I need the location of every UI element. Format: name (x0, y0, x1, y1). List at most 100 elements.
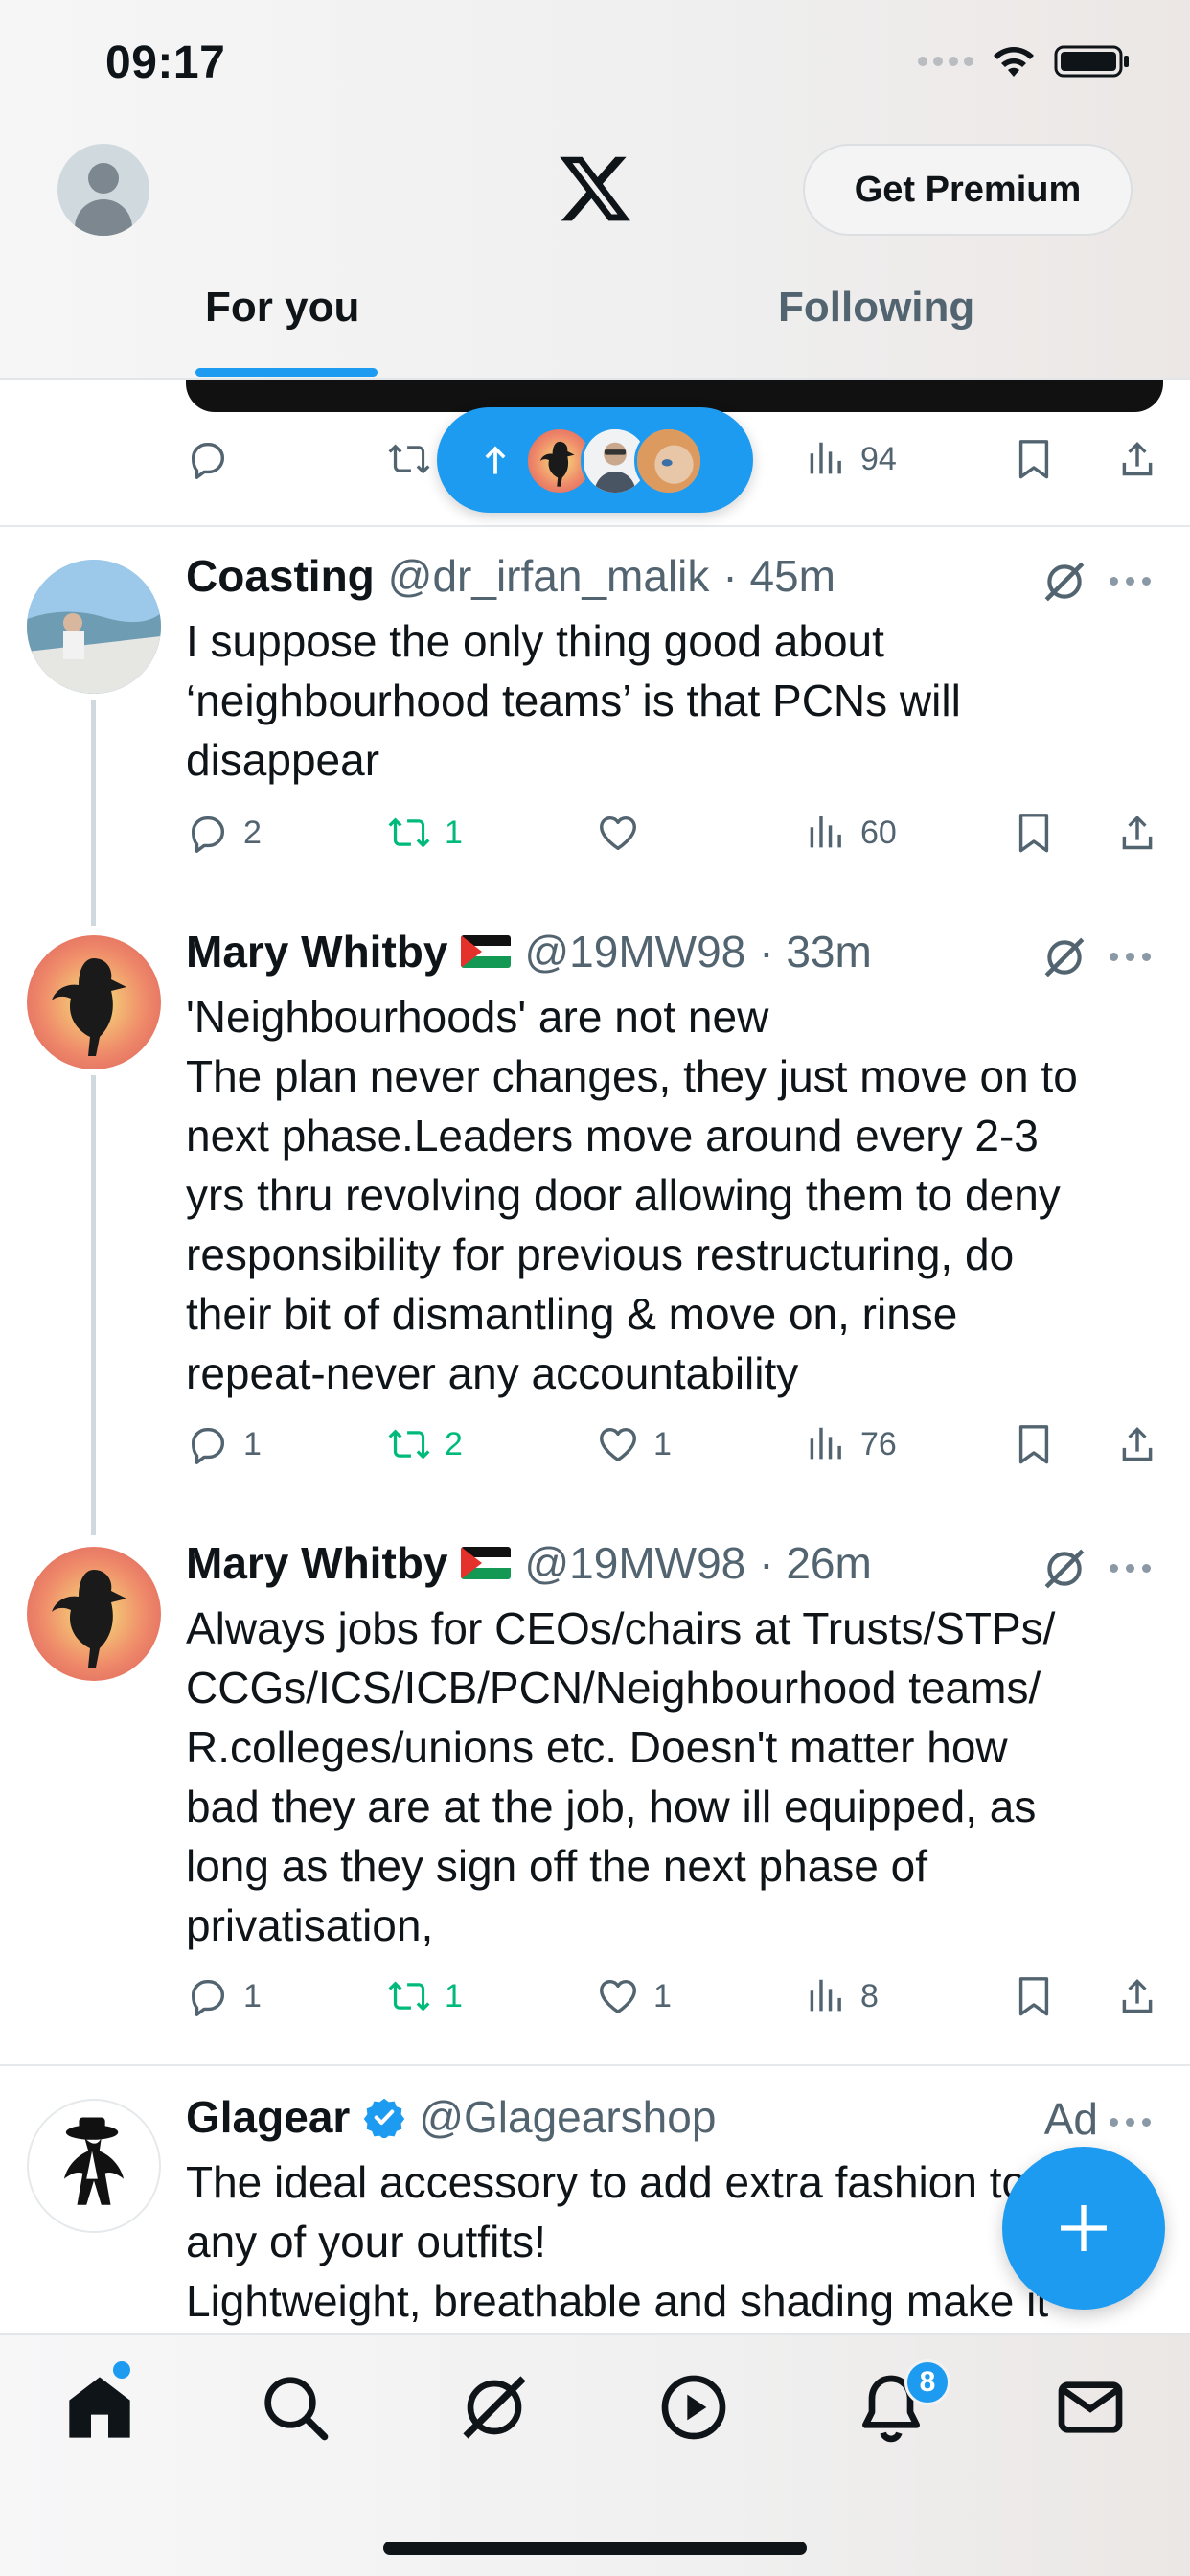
bookmark-icon (1018, 1977, 1049, 2016)
heart-icon (600, 1979, 636, 2014)
like-button[interactable] (596, 811, 653, 855)
more-options-icon[interactable] (1110, 1558, 1157, 1577)
avatar-head (88, 163, 119, 194)
reply-count: 1 (243, 1977, 262, 2014)
views-button[interactable]: 60 (803, 811, 897, 855)
bookmark-button[interactable] (1012, 1974, 1056, 2018)
search-icon (264, 2377, 329, 2441)
share-icon (1122, 1426, 1153, 1461)
more-options-icon[interactable] (1110, 2112, 1157, 2131)
author-handle[interactable]: @dr_irfan_malik (388, 550, 710, 602)
bookmark-icon (1018, 814, 1049, 853)
advertiser-avatar[interactable] (27, 2099, 161, 2233)
like-button[interactable]: 1 (596, 1974, 672, 2018)
nav-video[interactable] (655, 2369, 732, 2446)
author-name[interactable]: Coasting (186, 550, 375, 602)
author-name[interactable]: Mary Whitby (186, 926, 447, 978)
more-options-icon[interactable] (1110, 571, 1157, 590)
author-handle[interactable]: @19MW98 (524, 926, 745, 978)
repost-button[interactable] (387, 437, 431, 481)
views-count: 60 (860, 814, 897, 851)
tweet-header: Glagear @Glagearshop (186, 2091, 716, 2143)
get-premium-button[interactable]: Get Premium (803, 144, 1133, 236)
cellular-signal-icon (918, 57, 973, 66)
repost-icon (388, 1981, 430, 2012)
compose-post-button[interactable] (1002, 2147, 1165, 2310)
repost-button[interactable]: 2 (387, 1422, 463, 1466)
nav-home[interactable] (61, 2369, 138, 2446)
home-unread-dot (113, 2361, 130, 2379)
tweet-avatar[interactable] (27, 935, 161, 1070)
repost-icon (388, 817, 430, 848)
bookmark-button[interactable] (1012, 1422, 1056, 1466)
repost-icon (388, 1429, 430, 1460)
tab-following[interactable]: Following (778, 284, 974, 332)
nav-grok[interactable] (456, 2369, 533, 2446)
author-handle[interactable]: @19MW98 (524, 1537, 745, 1589)
share-icon (1122, 441, 1153, 476)
reply-button[interactable]: 1 (186, 1974, 262, 2018)
status-icons (918, 44, 1131, 79)
views-count: 8 (860, 1977, 879, 2014)
like-count: 1 (653, 1425, 672, 1462)
reply-icon (191, 816, 225, 853)
more-options-icon[interactable] (1110, 947, 1157, 966)
repost-button[interactable]: 1 (387, 1974, 463, 2018)
tab-for-you[interactable]: For you (205, 284, 359, 332)
verified-badge-icon (364, 2098, 405, 2138)
bookmark-button[interactable] (1012, 811, 1056, 855)
profile-avatar-button[interactable] (57, 144, 149, 236)
repost-count: 1 (445, 1977, 463, 2014)
author-handle[interactable]: @Glagearshop (419, 2091, 716, 2143)
like-count: 1 (653, 1977, 672, 2014)
messages-icon (1058, 2381, 1123, 2433)
share-icon (1122, 815, 1153, 850)
tweet-time: · 26m (759, 1538, 872, 1588)
views-icon (810, 442, 841, 474)
notifications-badge: 8 (904, 2359, 950, 2405)
tweet-text: 'Neighbourhoods' are not new The plan ne… (186, 992, 1078, 1398)
new-posts-button[interactable] (437, 407, 753, 513)
status-bar: 09:17 (0, 0, 1190, 134)
grok-icon[interactable] (1041, 933, 1088, 981)
video-icon (661, 2375, 726, 2440)
palestine-flag-icon (461, 1547, 512, 1579)
tweet-avatar[interactable] (27, 560, 161, 694)
share-button[interactable] (1115, 811, 1159, 855)
reply-icon (191, 1979, 225, 2016)
share-icon (1122, 1978, 1153, 2013)
home-icon (69, 2377, 130, 2438)
bottom-navigation: 8 (0, 2333, 1190, 2576)
share-button[interactable] (1115, 1974, 1159, 2018)
divider (0, 525, 1190, 527)
nav-search[interactable] (257, 2369, 333, 2446)
repost-count: 2 (445, 1425, 463, 1462)
reply-button[interactable]: 2 (186, 811, 262, 855)
reply-button[interactable] (186, 437, 230, 481)
views-button[interactable]: 8 (803, 1974, 879, 2018)
views-button[interactable]: 76 (803, 1422, 897, 1466)
author-name[interactable]: Glagear (186, 2091, 350, 2143)
views-icon (810, 1979, 841, 2012)
tweet-avatar[interactable] (27, 1547, 161, 1681)
palestine-flag-icon (461, 935, 512, 968)
tweet-time: · 45m (722, 551, 835, 601)
heart-icon (600, 816, 636, 851)
views-button[interactable]: 94 (803, 437, 897, 481)
share-button[interactable] (1115, 437, 1159, 481)
share-button[interactable] (1115, 1422, 1159, 1466)
grok-icon (463, 2376, 526, 2439)
grok-icon[interactable] (1041, 1545, 1088, 1593)
like-button[interactable]: 1 (596, 1422, 672, 1466)
tweet-header: Coasting @dr_irfan_malik · 45m (186, 550, 835, 602)
tweet-time: · 33m (759, 927, 872, 977)
reply-button[interactable]: 1 (186, 1422, 262, 1466)
reply-icon (191, 442, 225, 479)
bookmark-button[interactable] (1012, 437, 1056, 481)
repost-button[interactable]: 1 (387, 811, 463, 855)
nav-messages[interactable] (1052, 2369, 1129, 2446)
battery-icon (1054, 45, 1129, 78)
grok-icon[interactable] (1041, 558, 1088, 606)
author-name[interactable]: Mary Whitby (186, 1537, 447, 1589)
tweet-header: Mary Whitby @19MW98 · 26m (186, 1537, 872, 1589)
